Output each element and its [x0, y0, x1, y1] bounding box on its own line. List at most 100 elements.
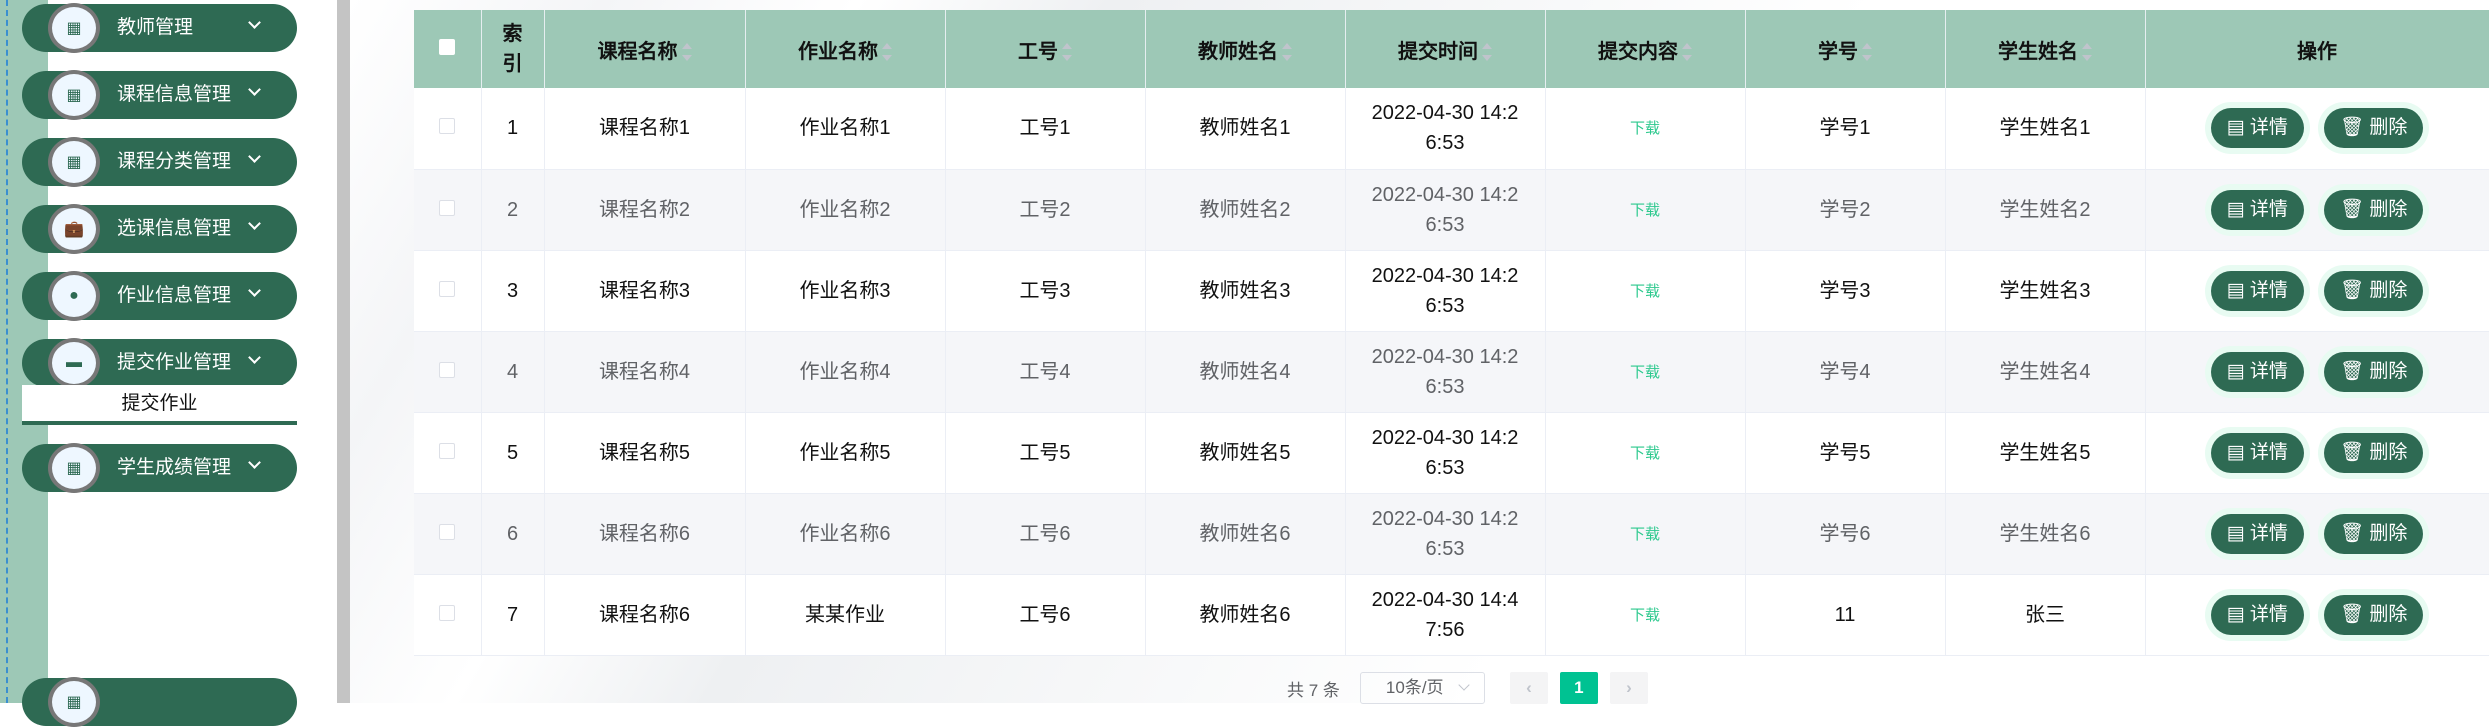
- cell-work: 作业名称3: [745, 250, 946, 332]
- delete-button[interactable]: 🗑 删除: [2323, 513, 2424, 554]
- delete-button[interactable]: 🗑 删除: [2323, 270, 2424, 311]
- delete-button[interactable]: 🗑 删除: [2323, 108, 2424, 149]
- download-link[interactable]: 下载: [1630, 526, 1660, 543]
- column-header[interactable]: 工号: [945, 10, 1146, 88]
- page-size-select[interactable]: 10条/页: [1359, 672, 1485, 704]
- page-1-button[interactable]: 1: [1559, 672, 1598, 704]
- download-link[interactable]: 下载: [1630, 283, 1660, 300]
- row-checkbox[interactable]: [414, 574, 482, 656]
- chevron-down-icon: [248, 284, 261, 297]
- delete-button[interactable]: 🗑 删除: [2323, 351, 2424, 392]
- table-row: 7 课程名称6 某某作业 工号6 教师姓名6 2022-04-30 14:47:56 下载 1…: [414, 574, 2489, 656]
- sort-icon[interactable]: [882, 43, 892, 62]
- header-label: 工号: [1018, 40, 1058, 63]
- header-label: 作业名称: [798, 40, 878, 63]
- trash-icon: 🗑: [2339, 117, 2370, 139]
- select-all-checkbox[interactable]: [414, 10, 482, 88]
- cell-sno: 11: [1745, 574, 1946, 656]
- sidebar-menu-more[interactable]: ▦: [22, 677, 297, 727]
- delete-label: 删除: [2369, 603, 2408, 625]
- message-icon: ▬: [48, 338, 100, 388]
- cell-work: 作业名称6: [745, 493, 946, 575]
- sort-icon[interactable]: [1282, 43, 1292, 62]
- column-header[interactable]: 学生姓名: [1945, 10, 2146, 88]
- detail-button[interactable]: ▤ 详情: [2210, 270, 2304, 311]
- column-header[interactable]: 作业名称: [745, 10, 946, 88]
- delete-button[interactable]: 🗑 删除: [2323, 432, 2424, 473]
- download-link[interactable]: 下载: [1630, 445, 1660, 462]
- sort-icon[interactable]: [1862, 43, 1872, 62]
- trash-icon: 🗑: [2339, 198, 2370, 220]
- row-checkbox[interactable]: [414, 169, 482, 251]
- cell-tname: 教师姓名2: [1145, 169, 1346, 251]
- detail-label: 详情: [2249, 603, 2288, 625]
- grid-icon: ▦: [48, 70, 100, 120]
- sort-icon[interactable]: [681, 43, 692, 62]
- submissions-table: 索引 课程名称 作业名称 工号 教师姓名 提交时间 提交内容 学号 学生姓名 操作 1 课程名称1 作…: [414, 10, 2489, 656]
- sidebar-menu-1[interactable]: ▦ 教师管理: [22, 3, 297, 53]
- download-link[interactable]: 下载: [1630, 607, 1660, 624]
- sort-icon[interactable]: [1062, 43, 1072, 62]
- cell-course: 课程名称1: [544, 88, 746, 170]
- detail-button[interactable]: ▤ 详情: [2210, 513, 2304, 554]
- sidebar-menu-4[interactable]: 💼 选课信息管理: [22, 204, 297, 254]
- cell-tno: 工号2: [945, 169, 1146, 251]
- detail-button[interactable]: ▤ 详情: [2210, 594, 2304, 635]
- cell-tname: 教师姓名5: [1145, 412, 1346, 494]
- column-header[interactable]: 课程名称: [544, 10, 746, 88]
- column-header[interactable]: 学号: [1745, 10, 1946, 88]
- document-icon: ▤: [2226, 360, 2250, 382]
- row-checkbox[interactable]: [414, 412, 482, 494]
- delete-button[interactable]: 🗑 删除: [2323, 594, 2424, 635]
- cell-idx: 1: [481, 88, 545, 170]
- menu-label: 课程分类管理: [117, 151, 232, 172]
- row-checkbox[interactable]: [414, 250, 482, 332]
- cell-tname: 教师姓名3: [1145, 250, 1346, 332]
- cell-tname: 教师姓名6: [1145, 493, 1346, 575]
- submenu-submit-homework[interactable]: 提交作业: [22, 385, 297, 425]
- chevron-down-icon: [248, 16, 261, 29]
- download-link[interactable]: 下载: [1630, 202, 1660, 219]
- column-header[interactable]: 提交内容: [1545, 10, 1746, 88]
- detail-label: 详情: [2249, 360, 2288, 382]
- row-checkbox[interactable]: [414, 331, 482, 413]
- cell-course: 课程名称2: [544, 169, 746, 251]
- download-link[interactable]: 下载: [1630, 364, 1660, 381]
- delete-label: 删除: [2369, 117, 2408, 139]
- sidebar-divider[interactable]: [337, 0, 350, 703]
- sidebar-menu-2[interactable]: ▦ 课程信息管理: [22, 70, 297, 120]
- cell-sno: 学号1: [1745, 88, 1946, 170]
- cell-course: 课程名称6: [544, 574, 746, 656]
- sidebar-menu-6[interactable]: ▬ 提交作业管理: [22, 338, 297, 388]
- cell-sno: 学号3: [1745, 250, 1946, 332]
- next-page-button[interactable]: ›: [1609, 672, 1648, 704]
- sidebar-menu-5[interactable]: ● 作业信息管理: [22, 271, 297, 321]
- cell-time: 2022-04-30 14:26:53: [1345, 250, 1546, 332]
- row-checkbox[interactable]: [414, 88, 482, 170]
- row-checkbox[interactable]: [414, 493, 482, 575]
- detail-button[interactable]: ▤ 详情: [2210, 432, 2304, 473]
- cell-sno: 学号2: [1745, 169, 1946, 251]
- sidebar-menu-7[interactable]: ▦ 学生成绩管理: [22, 443, 297, 493]
- grid-icon: ▦: [48, 137, 100, 187]
- cell-idx: 2: [481, 169, 545, 251]
- delete-label: 删除: [2369, 441, 2408, 463]
- detail-button[interactable]: ▤ 详情: [2210, 108, 2304, 149]
- column-header[interactable]: 教师姓名: [1145, 10, 1346, 88]
- download-link[interactable]: 下载: [1630, 120, 1660, 137]
- delete-button[interactable]: 🗑 删除: [2323, 189, 2424, 230]
- cell-sno: 学号4: [1745, 331, 1946, 413]
- sidebar-menu-3[interactable]: ▦ 课程分类管理: [22, 137, 297, 187]
- sort-icon[interactable]: [2082, 43, 2092, 62]
- delete-label: 删除: [2369, 360, 2408, 382]
- prev-page-button[interactable]: ‹: [1509, 672, 1548, 704]
- sort-icon[interactable]: [1482, 43, 1492, 62]
- detail-button[interactable]: ▤ 详情: [2210, 351, 2304, 392]
- cell-actions: ▤ 详情 🗑 删除: [2145, 250, 2489, 332]
- detail-button[interactable]: ▤ 详情: [2210, 189, 2304, 230]
- detail-label: 详情: [2249, 198, 2288, 220]
- chevron-down-icon: [248, 456, 261, 469]
- sort-icon[interactable]: [1682, 43, 1692, 62]
- document-icon: ▤: [2226, 441, 2250, 463]
- column-header[interactable]: 提交时间: [1345, 10, 1546, 88]
